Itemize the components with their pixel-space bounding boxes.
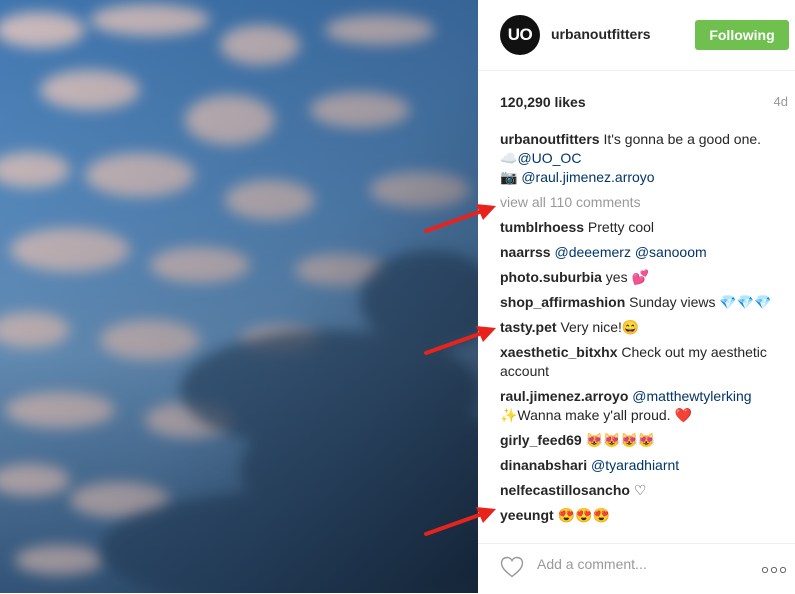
comment: tasty.pet Very nice!😄 xyxy=(500,318,790,337)
comment-username[interactable]: urbanoutfitters xyxy=(500,131,600,147)
comment-username[interactable]: photo.suburbia xyxy=(500,269,602,285)
mention-link[interactable]: @raul.jimenez.arroyo xyxy=(521,169,654,185)
likes-count[interactable]: 120,290 likes xyxy=(500,94,586,110)
more-options-icon[interactable] xyxy=(761,561,787,579)
comment-text: ♡ xyxy=(633,482,647,498)
caption-text: It's gonna be a good one. xyxy=(603,131,762,147)
comment-text: ✨Wanna make y'all proud. ❤️ xyxy=(500,407,692,423)
comment-text: yes 💕 xyxy=(605,269,649,285)
comment: shop_affirmashion Sunday views 💎💎💎 xyxy=(500,293,790,312)
mention-link[interactable]: @tyaradhiarnt xyxy=(591,457,679,473)
comment-username[interactable]: girly_feed69 xyxy=(500,432,582,448)
post-photo[interactable] xyxy=(0,0,478,593)
comment: raul.jimenez.arroyo @matthewtylerking ✨W… xyxy=(500,387,790,425)
instagram-post-view: UO urbanoutfitters Following 120,290 lik… xyxy=(0,0,795,593)
comment-text: Sunday views 💎💎💎 xyxy=(629,294,772,310)
post-username[interactable]: urbanoutfitters xyxy=(551,26,651,42)
mention-link[interactable]: @deeemerz @sanooom xyxy=(554,244,706,260)
add-comment-input[interactable] xyxy=(535,555,739,573)
comment-username[interactable]: xaesthetic_bitxhx xyxy=(500,344,618,360)
view-all-comments-link[interactable]: view all 110 comments xyxy=(500,193,790,212)
post-side-panel: UO urbanoutfitters Following 120,290 lik… xyxy=(478,0,795,593)
comment-username[interactable]: raul.jimenez.arroyo xyxy=(500,388,628,404)
following-button[interactable]: Following xyxy=(695,20,789,50)
post-header: UO urbanoutfitters Following xyxy=(478,0,795,71)
comment: yeeungt 😍😍😍 xyxy=(500,506,790,525)
comment: girly_feed69 😻😻😻😻 xyxy=(500,431,790,450)
comment: dinanabshari @tyaradhiarnt xyxy=(500,456,790,475)
comment-username[interactable]: shop_affirmashion xyxy=(500,294,625,310)
comment: tumblrhoess Pretty cool xyxy=(500,218,790,237)
caption: urbanoutfitters It's gonna be a good one… xyxy=(500,130,790,187)
mention-link[interactable]: @UO_OC xyxy=(517,150,581,166)
mention-link[interactable]: @matthewtylerking xyxy=(632,388,751,404)
comment: nelfecastillosancho ♡ xyxy=(500,481,790,500)
comment-text: 😍😍😍 xyxy=(557,507,610,523)
cloud-emoji: ☁️ xyxy=(500,150,518,166)
annotation-arrow-icon xyxy=(424,507,496,536)
comment-username[interactable]: yeeungt xyxy=(500,507,554,523)
comment-text: Pretty cool xyxy=(587,219,655,235)
comment-composer xyxy=(478,543,795,594)
comment: xaesthetic_bitxhx Check out my aesthetic… xyxy=(500,343,790,381)
comments-list: urbanoutfitters It's gonna be a good one… xyxy=(500,130,790,531)
comment-text: 😻😻😻😻 xyxy=(585,432,656,448)
annotation-arrow-icon xyxy=(424,326,496,355)
comment-username[interactable]: naarrss xyxy=(500,244,551,260)
comment: naarrss @deeemerz @sanooom xyxy=(500,243,790,262)
camera-emoji: 📷 xyxy=(500,169,518,185)
post-age[interactable]: 4d xyxy=(774,94,788,109)
comment-username[interactable]: tasty.pet xyxy=(500,319,557,335)
comment-username[interactable]: dinanabshari xyxy=(500,457,587,473)
comment-username[interactable]: nelfecastillosancho xyxy=(500,482,630,498)
comment: photo.suburbia yes 💕 xyxy=(500,268,790,287)
heart-outline-icon[interactable] xyxy=(500,556,524,583)
avatar[interactable]: UO xyxy=(500,15,540,55)
comment-text: Very nice!😄 xyxy=(560,319,640,335)
comment-username[interactable]: tumblrhoess xyxy=(500,219,584,235)
annotation-arrow-icon xyxy=(424,204,496,233)
sky-clouds-image xyxy=(0,0,478,593)
